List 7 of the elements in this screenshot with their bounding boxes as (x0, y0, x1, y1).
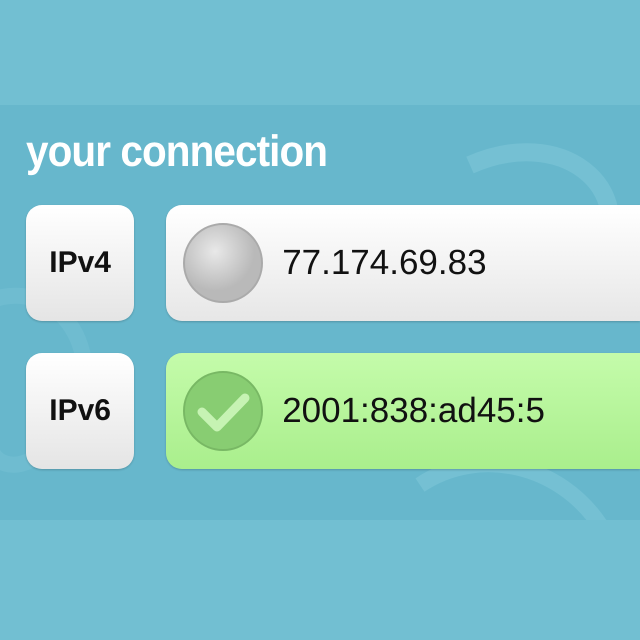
ip-address: 77.174.69.83 (282, 243, 487, 283)
status-circle-icon (182, 222, 264, 304)
check-icon (182, 370, 264, 452)
protocol-label: IPv4 (26, 205, 134, 321)
section-title: your connection (26, 127, 328, 177)
protocol-label: IPv6 (26, 353, 134, 469)
ip-address: 2001:838:ad45:5 (282, 391, 545, 431)
